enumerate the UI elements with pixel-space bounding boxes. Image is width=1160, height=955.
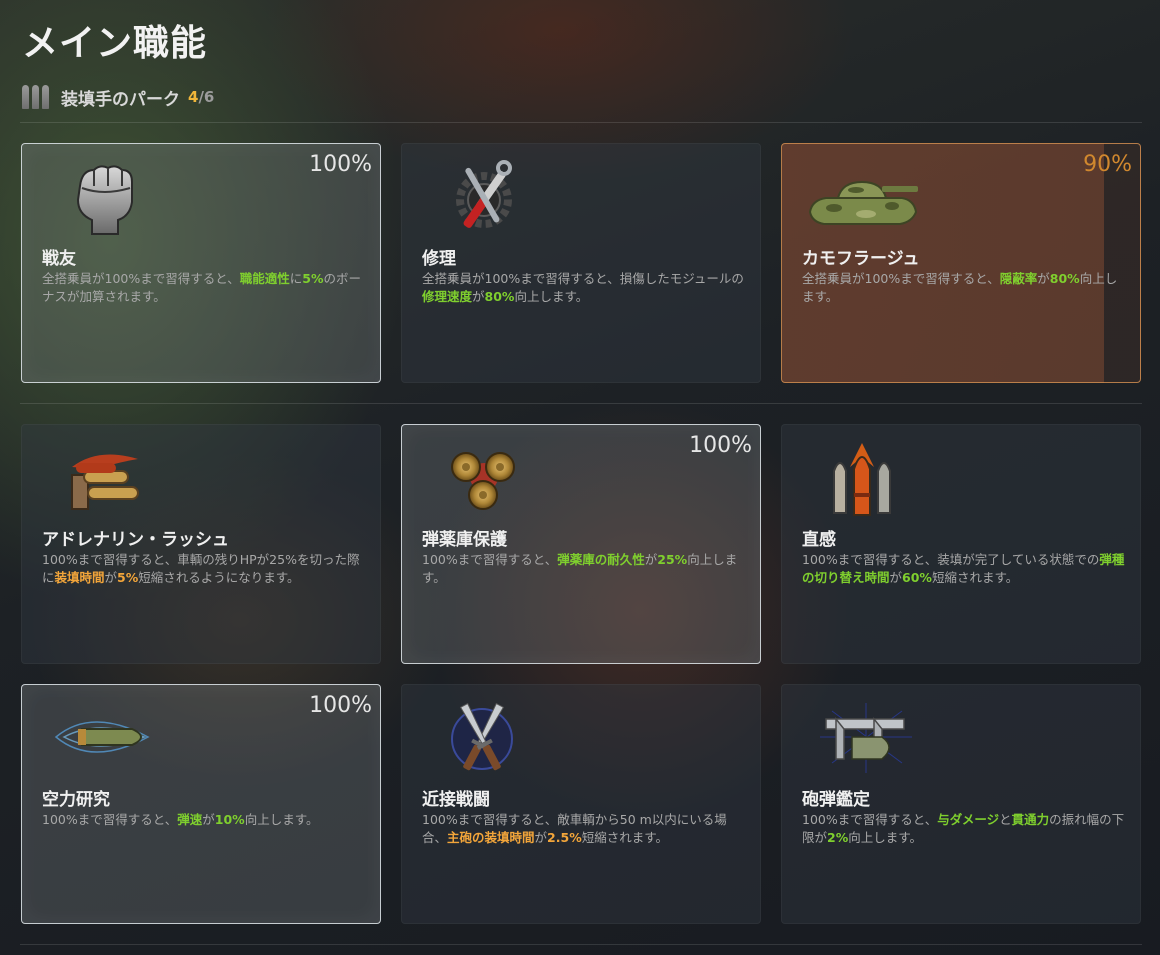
perk-count-total: /6	[198, 88, 215, 106]
description-text: 短縮されるようになります。	[138, 570, 300, 585]
perk-card-adrenaline-rush[interactable]: アドレナリン・ラッシュ 100%まで習得すると、車輌の残りHPが25%を切った際…	[21, 424, 381, 664]
perk-name: カモフラージュ	[802, 249, 920, 269]
description-text: が	[534, 830, 548, 845]
highlighted-stat: 5%	[302, 271, 324, 286]
perk-description: 全搭乗員が100%まで習得すると、隠蔽率が80%向上します。	[802, 270, 1127, 306]
perk-card-safe-stowage[interactable]: 100% 弾薬庫保護 100%まで習得すると、弾薬庫の耐久性が25%向上します。	[401, 424, 761, 664]
description-text: 全搭乗員が100%まで習得すると、損傷したモジュールの	[422, 271, 744, 286]
highlighted-stat: 10%	[214, 812, 245, 827]
perk-progress: 100%	[309, 152, 372, 177]
divider	[20, 944, 1142, 945]
description-text: 向上します。	[514, 289, 589, 304]
perk-card-comradeship[interactable]: 100% 戦友 全搭乗員が100%まで習得すると、職能適性に5%のボーナスが加算…	[21, 143, 381, 383]
perk-description: 100%まで習得すると、車輌の残りHPが25%を切った際に装填時間が5%短縮され…	[42, 551, 367, 587]
perk-name: 弾薬庫保護	[422, 530, 507, 550]
description-text: が	[104, 570, 118, 585]
highlighted-stat: 弾速	[177, 812, 203, 827]
highlighted-stat: 貫通力	[1011, 812, 1050, 827]
highlighted-stat: 職能適性	[239, 271, 290, 286]
highlighted-stat: 5%	[117, 570, 139, 585]
perk-card-aerodynamics[interactable]: 100% 空力研究 100%まで習得すると、弾速が10%向上します。	[21, 684, 381, 924]
perk-name: 砲弾鑑定	[802, 790, 870, 810]
description-text: に	[289, 271, 303, 286]
perk-card-ammo-tuning[interactable]: 砲弾鑑定 100%まで習得すると、与ダメージと貫通力の振れ幅の下限が2%向上しま…	[781, 684, 1141, 924]
highlighted-stat: 25%	[657, 552, 688, 567]
perk-card-camouflage[interactable]: 90% カモフラージュ 全搭乗員が100%まで習得すると、隠蔽率が80%向上しま…	[781, 143, 1141, 383]
highlighted-stat: 80%	[1049, 271, 1080, 286]
description-text: が	[472, 289, 485, 304]
perk-card-repair[interactable]: 修理 全搭乗員が100%まで習得すると、損傷したモジュールの修理速度が80%向上…	[401, 143, 761, 383]
description-text: 100%まで習得すると、装填が完了している状態での	[802, 552, 1100, 567]
highlighted-stat: 隠蔽率	[999, 271, 1038, 286]
perk-description: 100%まで習得すると、弾薬庫の耐久性が25%向上します。	[422, 551, 747, 587]
perk-progress: 100%	[689, 433, 752, 458]
intuition-shells-icon	[818, 437, 908, 517]
perk-name: 近接戦闘	[422, 790, 490, 810]
perk-count: 4/6	[188, 88, 214, 106]
perk-description: 全搭乗員が100%まで習得すると、損傷したモジュールの修理速度が80%向上します…	[422, 270, 747, 306]
perk-description: 100%まで習得すると、装填が完了している状態での弾種の切り替え時間が60%短縮…	[802, 551, 1127, 587]
perk-card-close-combat[interactable]: 近接戦闘 100%まで習得すると、敵車輌から50 m以内にいる場合、主砲の装填時…	[401, 684, 761, 924]
fist-icon	[58, 156, 148, 236]
highlighted-stat: 修理速度	[422, 289, 473, 304]
perk-name: 直感	[802, 530, 836, 550]
camo-tank-icon	[804, 156, 924, 236]
description-text: 全搭乗員が100%まで習得すると、	[802, 271, 1000, 286]
description-text: 向上します。	[244, 812, 319, 827]
description-text: が	[1037, 271, 1050, 286]
highlighted-stat: 主砲の装填時間	[447, 830, 535, 845]
perk-progress: 90%	[1083, 152, 1132, 177]
highlighted-stat: 60%	[902, 570, 932, 585]
perk-count-current: 4	[188, 88, 199, 106]
perk-name: 空力研究	[42, 790, 110, 810]
highlighted-stat: 2%	[827, 830, 849, 845]
perk-section-header: 装填手のパーク 4/6	[22, 84, 214, 110]
description-text: 全搭乗員が100%まで習得すると、	[42, 271, 240, 286]
divider	[20, 122, 1142, 123]
highlighted-stat: 2.5%	[547, 830, 582, 845]
highlighted-stat: 装填時間	[54, 570, 105, 585]
section-label: 装填手のパーク	[61, 89, 180, 110]
highlighted-stat: 80%	[484, 289, 515, 304]
perk-description: 全搭乗員が100%まで習得すると、職能適性に5%のボーナスが加算されます。	[42, 270, 367, 306]
crossed-knives-icon	[438, 697, 528, 777]
description-text: が	[889, 570, 903, 585]
description-text: 100%まで習得すると、	[422, 552, 558, 567]
description-text: と	[999, 812, 1012, 827]
perk-card-intuition[interactable]: 直感 100%まで習得すると、装填が完了している状態での弾種の切り替え時間が60…	[781, 424, 1141, 664]
adrenaline-shells-icon	[58, 437, 148, 517]
description-text: 100%まで習得すると、	[42, 812, 178, 827]
perk-description: 100%まで習得すると、与ダメージと貫通力の振れ幅の下限が2%向上します。	[802, 811, 1127, 847]
perk-description: 100%まで習得すると、弾速が10%向上します。	[42, 811, 367, 829]
description-text: が	[202, 812, 215, 827]
description-text: 100%まで習得すると、	[802, 812, 938, 827]
caliper-shell-icon	[812, 697, 922, 777]
page-title: メイン職能	[22, 23, 208, 64]
divider	[20, 403, 1142, 404]
highlighted-stat: 弾薬庫の耐久性	[557, 552, 645, 567]
perk-description: 100%まで習得すると、敵車輌から50 m以内にいる場合、主砲の装填時間が2.5…	[422, 811, 747, 847]
repair-tools-icon	[438, 156, 528, 236]
description-text: 短縮されます。	[581, 830, 668, 845]
description-text: 向上します。	[848, 830, 923, 845]
aerodynamic-shell-icon	[52, 697, 162, 777]
description-text: が	[644, 552, 658, 567]
perk-name: 修理	[422, 249, 456, 269]
ammo-rack-icon	[438, 437, 528, 517]
loader-shells-icon	[22, 85, 49, 109]
perk-progress: 100%	[309, 693, 372, 718]
perk-name: アドレナリン・ラッシュ	[42, 530, 229, 550]
highlighted-stat: 与ダメージ	[937, 812, 1000, 827]
description-text: 短縮されます。	[931, 570, 1019, 585]
perk-name: 戦友	[42, 249, 76, 269]
